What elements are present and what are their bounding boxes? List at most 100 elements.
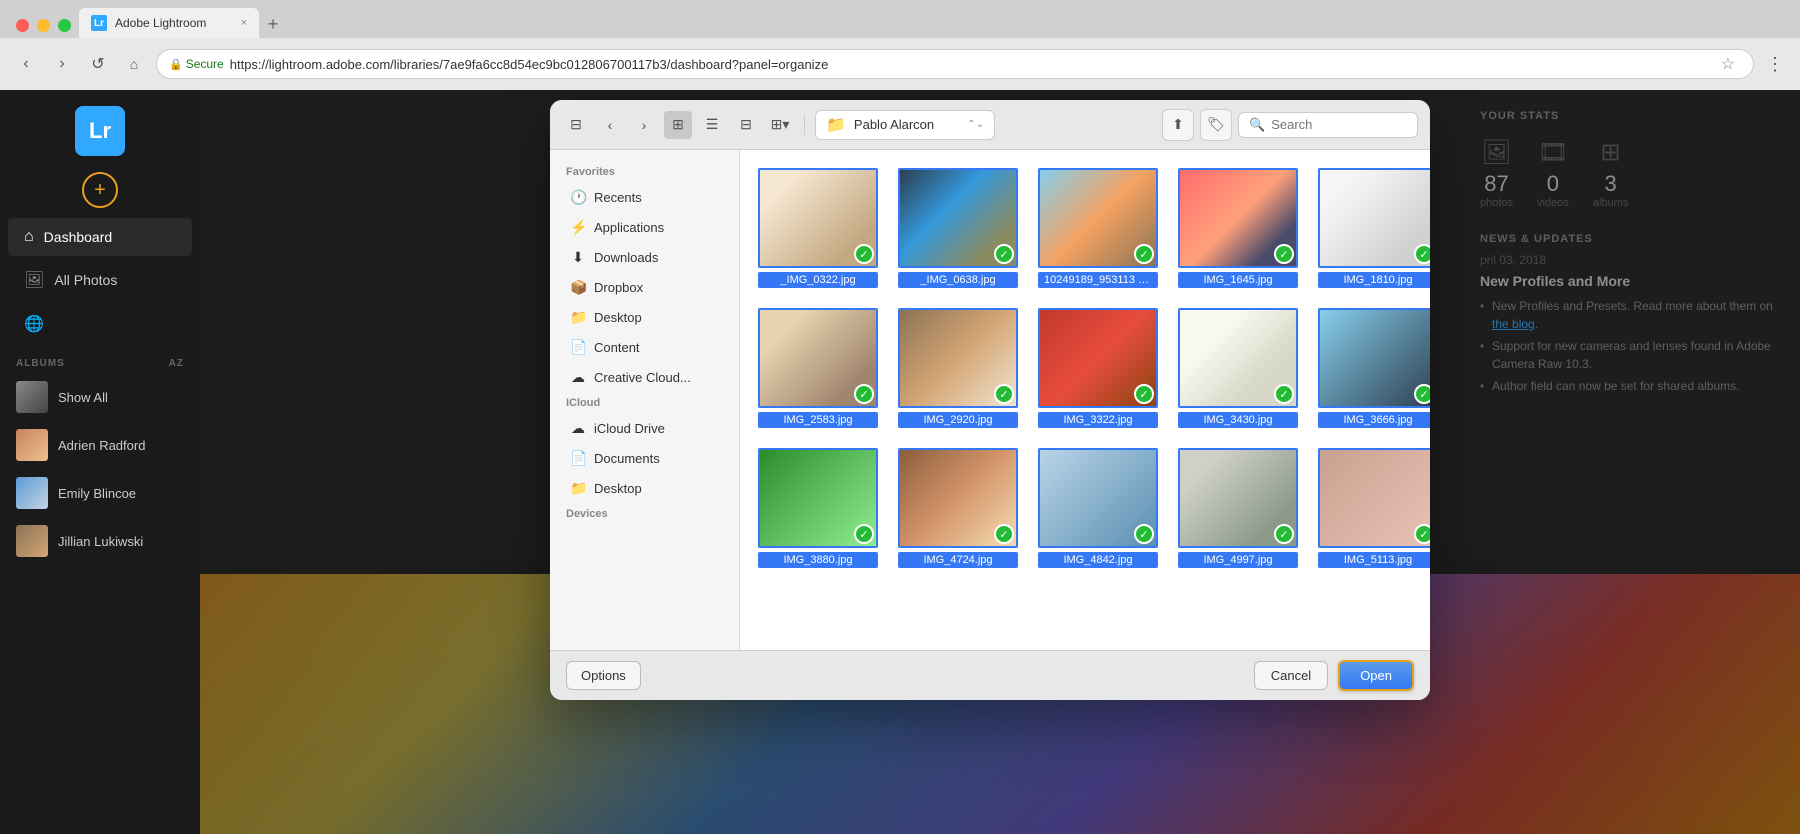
sidebar-item-applications[interactable]: ⚡ Applications xyxy=(554,213,735,242)
home-button[interactable]: ⌂ xyxy=(120,50,148,78)
file-selected-checkmark: ✓ xyxy=(994,384,1014,404)
dialog-overlay: ⊟ ‹ › ⊞ ☰ ⊟ ⊞▾ 📁 Pablo Alarcon ⌃⌄ ⬆ 🏷 xyxy=(200,90,1800,834)
file-item[interactable]: ✓IMG_2583.jpg xyxy=(752,302,884,434)
options-button[interactable]: Options xyxy=(566,661,641,690)
devices-section-label: Devices xyxy=(550,504,739,524)
file-selected-checkmark: ✓ xyxy=(1414,244,1430,264)
file-item[interactable]: ✓IMG_4997.jpg xyxy=(1172,442,1304,574)
icloud-icon: ☁ xyxy=(570,420,586,437)
sidebar-item-recents[interactable]: 🕐 Recents xyxy=(554,183,735,212)
coverflow-view-button[interactable]: ⊞▾ xyxy=(766,111,794,139)
cancel-button[interactable]: Cancel xyxy=(1254,661,1328,690)
dialog-footer: Options Cancel Open xyxy=(550,650,1430,700)
secure-badge: 🔒 Secure xyxy=(169,57,224,71)
new-tab-button[interactable]: + xyxy=(259,10,287,38)
recents-icon: 🕐 xyxy=(570,189,586,206)
tab-close-button[interactable]: × xyxy=(241,17,247,29)
content-icon: 📄 xyxy=(570,339,586,356)
tab-favicon: Lr xyxy=(91,15,107,31)
sidebar-item-dropbox[interactable]: 📦 Dropbox xyxy=(554,273,735,302)
file-name-label: IMG_4724.jpg xyxy=(898,552,1018,568)
address-bar: ‹ › ↺ ⌂ 🔒 Secure https://lightroom.adobe… xyxy=(0,38,1800,90)
grid-view-button[interactable]: ⊞ xyxy=(664,111,692,139)
dropbox-icon: 📦 xyxy=(570,279,586,296)
file-item[interactable]: ✓IMG_3430.jpg xyxy=(1172,302,1304,434)
file-item[interactable]: ✓IMG_5113.jpg xyxy=(1312,442,1430,574)
file-name-label: IMG_1645.jpg xyxy=(1178,272,1298,288)
share-button[interactable]: ⬆ xyxy=(1162,109,1194,141)
file-thumb-wrapper: ✓ xyxy=(1038,448,1158,548)
file-name-label: IMG_2920.jpg xyxy=(898,412,1018,428)
close-window-dot[interactable] xyxy=(16,19,29,32)
sidebar-item-downloads[interactable]: ⬇ Downloads xyxy=(554,243,735,272)
bookmark-icon[interactable]: ☆ xyxy=(1715,54,1741,74)
sidebar-item-dashboard[interactable]: ⌂ Dashboard xyxy=(8,218,192,256)
sidebar-toggle-button[interactable]: ⊟ xyxy=(562,111,590,139)
list-view-button[interactable]: ☰ xyxy=(698,111,726,139)
file-selected-checkmark: ✓ xyxy=(1274,384,1294,404)
album-item-adrien[interactable]: Adrien Radford xyxy=(0,421,200,469)
tag-button[interactable]: 🏷 xyxy=(1200,109,1232,141)
search-box[interactable]: 🔍 xyxy=(1238,112,1418,138)
album-item-jillian[interactable]: Jillian Lukiwski xyxy=(0,517,200,565)
file-name-label: IMG_3666.jpg xyxy=(1318,412,1430,428)
sidebar-item-content[interactable]: 📄 Content xyxy=(554,333,735,362)
open-button[interactable]: Open xyxy=(1338,660,1414,691)
file-item[interactable]: ✓IMG_3880.jpg xyxy=(752,442,884,574)
search-input[interactable] xyxy=(1271,117,1407,132)
dialog-toolbar: ⊟ ‹ › ⊞ ☰ ⊟ ⊞▾ 📁 Pablo Alarcon ⌃⌄ ⬆ 🏷 xyxy=(550,100,1430,150)
sidebar-item-globe[interactable]: 🌐 xyxy=(8,304,192,344)
file-item[interactable]: ✓ _IMG_0638.jpg xyxy=(892,162,1024,294)
sidebar-item-creativecloud[interactable]: ☁ Creative Cloud... xyxy=(554,363,735,392)
back-button[interactable]: ‹ xyxy=(12,50,40,78)
file-item[interactable]: ✓IMG_3666.jpg xyxy=(1312,302,1430,434)
file-selected-checkmark: ✓ xyxy=(854,244,874,264)
desktop2-icon: 📁 xyxy=(570,480,586,497)
file-item[interactable]: ✓ IMG_1810.jpg xyxy=(1312,162,1430,294)
file-item[interactable]: ✓IMG_3322.jpg xyxy=(1032,302,1164,434)
minimize-window-dot[interactable] xyxy=(37,19,50,32)
album-item-showall[interactable]: Show All xyxy=(0,373,200,421)
browser-menu-button[interactable]: ⋮ xyxy=(1762,54,1788,75)
location-selector[interactable]: 📁 Pablo Alarcon ⌃⌄ xyxy=(815,110,995,140)
file-selected-checkmark: ✓ xyxy=(994,244,1014,264)
album-thumb xyxy=(16,381,48,413)
file-thumb-wrapper: ✓ xyxy=(1178,308,1298,408)
sidebar-item-documents[interactable]: 📄 Documents xyxy=(554,444,735,473)
file-name-label: _IMG_0638.jpg xyxy=(898,272,1018,288)
file-selected-checkmark: ✓ xyxy=(1134,384,1154,404)
sidebar-item-desktop2[interactable]: 📁 Desktop xyxy=(554,474,735,503)
file-item[interactable]: ✓10249189_953113 348039...90_n.jpg xyxy=(1032,162,1164,294)
albums-section-action[interactable]: Az xyxy=(169,358,184,369)
secure-label: Secure xyxy=(186,57,224,71)
nav-back-button[interactable]: ‹ xyxy=(596,111,624,139)
active-tab[interactable]: Lr Adobe Lightroom × xyxy=(79,8,259,38)
file-item[interactable]: ✓IMG_4842.jpg xyxy=(1032,442,1164,574)
url-bar[interactable]: 🔒 Secure https://lightroom.adobe.com/lib… xyxy=(156,49,1754,79)
file-name-label: _IMG_0322.jpg xyxy=(758,272,878,288)
window-controls xyxy=(8,13,79,38)
file-item[interactable]: ✓IMG_4724.jpg xyxy=(892,442,1024,574)
file-item[interactable]: ✓ IMG_2920.jpg xyxy=(892,302,1024,434)
location-name: Pablo Alarcon xyxy=(854,117,959,132)
maximize-window-dot[interactable] xyxy=(58,19,71,32)
album-item-emily[interactable]: Emily Blincoe xyxy=(0,469,200,517)
file-item[interactable]: ✓IMG_1645.jpg xyxy=(1172,162,1304,294)
column-view-button[interactable]: ⊟ xyxy=(732,111,760,139)
file-thumb-wrapper: ✓ xyxy=(1318,168,1430,268)
file-item[interactable]: ✓ _IMG_0322.jpg xyxy=(752,162,884,294)
lr-sidebar: Lr + ⌂ Dashboard 🖼 All Photos 🌐 ALBUMS A… xyxy=(0,90,200,834)
forward-button[interactable]: › xyxy=(48,50,76,78)
file-thumb-wrapper: ✓ xyxy=(1178,448,1298,548)
file-name-label: IMG_1810.jpg xyxy=(1318,272,1430,288)
refresh-button[interactable]: ↺ xyxy=(84,50,112,78)
sidebar-item-allphotos[interactable]: 🖼 All Photos xyxy=(8,260,192,300)
add-button[interactable]: + xyxy=(82,172,118,208)
sidebar-item-label: Dashboard xyxy=(44,229,113,245)
sidebar-item-icloudrive[interactable]: ☁ iCloud Drive xyxy=(554,414,735,443)
nav-forward-button[interactable]: › xyxy=(630,111,658,139)
sidebar-item-desktop1[interactable]: 📁 Desktop xyxy=(554,303,735,332)
file-thumb-wrapper: ✓ xyxy=(1038,308,1158,408)
file-selected-checkmark: ✓ xyxy=(1414,524,1430,544)
album-thumb xyxy=(16,429,48,461)
